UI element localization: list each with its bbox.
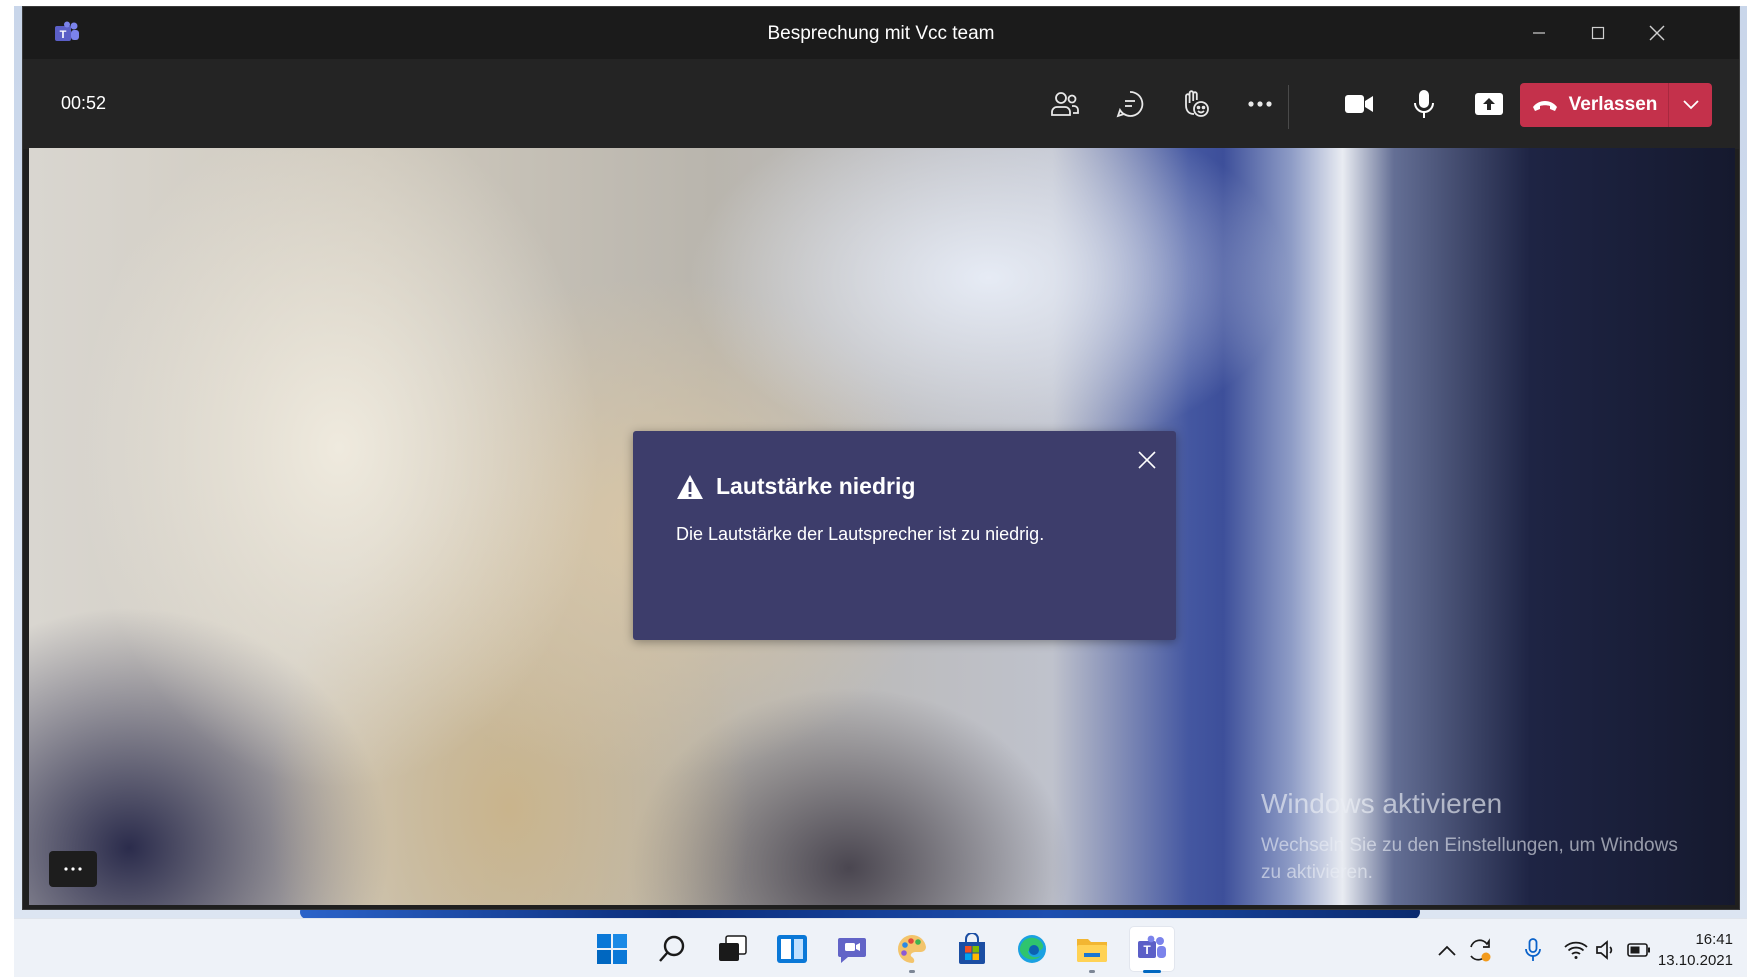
microphone-icon <box>1525 938 1541 961</box>
app-running-indicator <box>909 970 915 973</box>
notification-title: Lautstärke niedrig <box>716 473 916 499</box>
clock-time: 16:41 <box>1695 931 1733 948</box>
app-running-indicator <box>1089 970 1095 973</box>
meeting-timer: 00:52 <box>61 93 107 113</box>
activation-watermark-title: Windows aktivieren <box>1261 788 1503 819</box>
share-screen-button[interactable] <box>1466 81 1512 127</box>
edge-button[interactable] <box>1010 927 1054 971</box>
wifi-icon <box>1564 941 1588 959</box>
widgets-icon <box>777 935 807 963</box>
video-options-button[interactable] <box>49 851 97 887</box>
windows-start-icon <box>597 934 627 964</box>
minimize-button[interactable] <box>1513 15 1565 51</box>
reactions-icon <box>1185 90 1209 117</box>
chat-icon <box>838 938 866 963</box>
camera-button[interactable] <box>1336 81 1382 127</box>
leave-button[interactable]: Verlassen <box>1520 83 1668 127</box>
task-view-button[interactable] <box>710 927 754 971</box>
taskbar-clock[interactable]: 16:41 13.10.2021 <box>1658 929 1733 971</box>
close-icon <box>1138 451 1156 469</box>
volume-button[interactable] <box>1594 937 1620 963</box>
warning-icon <box>677 474 703 499</box>
camera-icon <box>1345 95 1373 113</box>
chevron-down-icon <box>1682 100 1699 110</box>
sync-status-button[interactable] <box>1467 937 1493 963</box>
more-icon <box>64 867 82 871</box>
chevron-up-icon <box>1438 945 1456 956</box>
edge-icon <box>1018 935 1046 963</box>
search-button[interactable] <box>650 927 694 971</box>
toolbar-divider <box>1288 85 1289 129</box>
sync-icon <box>1470 938 1491 962</box>
notification-close-button[interactable] <box>1132 445 1162 475</box>
start-button[interactable] <box>590 927 634 971</box>
notification-message: Die Lautstärke der Lautsprecher ist zu n… <box>676 524 1045 544</box>
more-actions-button[interactable] <box>1237 81 1283 127</box>
store-icon <box>959 933 985 964</box>
close-window-button[interactable] <box>1631 15 1683 51</box>
svg-text:T: T <box>1143 943 1151 957</box>
microphone-button[interactable] <box>1401 81 1447 127</box>
microphone-icon <box>1414 90 1434 118</box>
teams-meeting-window: T Besprechung mit Vcc team 00:52 Verlass… <box>22 6 1740 910</box>
reactions-button[interactable] <box>1172 81 1218 127</box>
notification-header: Lautstärke niedrig <box>676 473 915 500</box>
more-icon <box>1248 101 1272 107</box>
low-volume-notification: Lautstärke niedrig Die Lautstärke der La… <box>633 431 1176 640</box>
teams-taskbar-button[interactable]: T <box>1130 927 1174 973</box>
leave-label: Verlassen <box>1568 94 1658 115</box>
app-running-indicator <box>1143 970 1161 973</box>
teams-chat-button[interactable] <box>830 927 874 971</box>
leave-button-group: Verlassen <box>1520 83 1712 127</box>
teams-icon: T <box>1138 935 1166 958</box>
hang-up-icon <box>1532 101 1557 111</box>
file-explorer-icon <box>1077 939 1107 962</box>
chat-icon <box>1116 91 1144 118</box>
task-view-icon <box>719 935 747 961</box>
window-title: Besprechung mit Vcc team <box>767 23 995 44</box>
clock-date: 13.10.2021 <box>1657 952 1733 969</box>
widgets-button[interactable] <box>770 927 814 971</box>
participants-icon <box>1051 92 1079 116</box>
microphone-status-button[interactable] <box>1520 937 1546 963</box>
file-explorer-button[interactable] <box>1070 927 1114 973</box>
meeting-toolbar: 00:52 Verlassen <box>23 59 1739 149</box>
volume-icon <box>1596 940 1613 960</box>
activation-watermark-text: Wechseln Sie zu den Einstellungen, um Wi… <box>1261 835 1678 883</box>
share-icon <box>1475 93 1503 115</box>
battery-button[interactable] <box>1626 937 1652 963</box>
screen: T Besprechung mit Vcc team 00:52 Verlass… <box>0 0 1747 977</box>
taskbar: T 16:41 13.10.2021 <box>14 918 1747 977</box>
battery-icon <box>1627 943 1650 957</box>
title-bar[interactable]: T Besprechung mit Vcc team <box>23 7 1739 59</box>
show-hidden-icons-button[interactable] <box>1434 937 1460 963</box>
maximize-button[interactable] <box>1572 15 1624 51</box>
search-icon <box>659 935 685 962</box>
store-button[interactable] <box>950 927 994 971</box>
leave-options-button[interactable] <box>1669 83 1712 127</box>
minimize-icon <box>1533 32 1545 34</box>
maximize-icon <box>1591 26 1605 40</box>
network-button[interactable] <box>1563 937 1589 963</box>
chat-button[interactable] <box>1107 81 1153 127</box>
close-icon <box>1649 25 1665 41</box>
participants-button[interactable] <box>1042 81 1088 127</box>
paint-button[interactable] <box>890 927 934 973</box>
paint-icon <box>898 934 926 963</box>
